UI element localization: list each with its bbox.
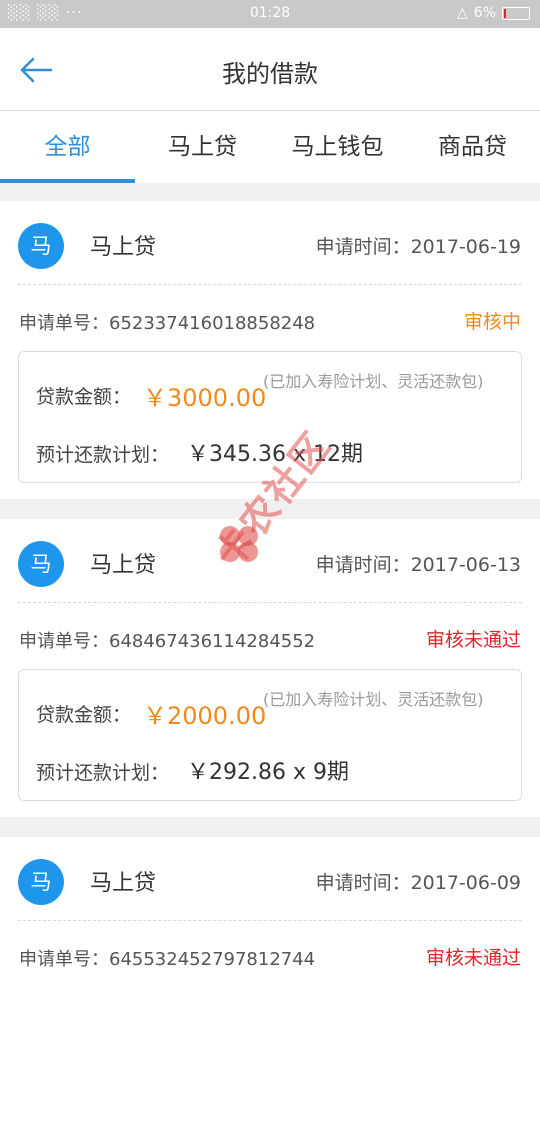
product-name: 马上贷 bbox=[90, 871, 157, 896]
divider bbox=[18, 920, 522, 921]
product-avatar: 马 bbox=[18, 541, 64, 587]
order-label: 申请单号： bbox=[19, 631, 109, 652]
battery-level bbox=[504, 8, 506, 18]
status-right: △ 6% bbox=[457, 5, 530, 21]
status-bar: ░░ ░░ ··· 01:28 △ 6% bbox=[0, 0, 540, 28]
tab-goods-loan[interactable]: 商品贷 bbox=[405, 111, 540, 183]
order-number: 申请单号：645532452797812744 bbox=[19, 945, 315, 971]
status-badge: 审核未通过 bbox=[425, 629, 521, 651]
plan-label: 预计还款计划： bbox=[36, 444, 170, 466]
apply-time: 申请时间：2017-06-13 bbox=[315, 554, 521, 576]
status-badge: 审核未通过 bbox=[425, 947, 521, 969]
order-number-value: 648467436114284552 bbox=[109, 631, 316, 652]
battery-percent: 6% bbox=[473, 5, 496, 21]
product-avatar: 马 bbox=[18, 223, 64, 269]
alarm-icon: △ bbox=[457, 5, 468, 21]
page-title: 我的借款 bbox=[222, 60, 318, 88]
amount-value: ￥2000.00 bbox=[143, 702, 267, 730]
loan-card[interactable]: 马 马上贷 申请时间：2017-06-13 申请单号：6484674361142… bbox=[0, 519, 540, 817]
product-name: 马上贷 bbox=[90, 553, 157, 578]
order-number: 申请单号：648467436114284552 bbox=[19, 627, 315, 653]
plan-label: 预计还款计划： bbox=[36, 762, 170, 784]
amount-note: (已加入寿险计划、灵活还款包) bbox=[263, 690, 484, 709]
tab-all[interactable]: 全部 bbox=[0, 111, 135, 183]
loan-detail-box: 贷款金额： ￥2000.00 (已加入寿险计划、灵活还款包) 预计还款计划： ￥… bbox=[18, 669, 522, 801]
tab-mashang-wallet[interactable]: 马上钱包 bbox=[270, 111, 405, 183]
battery-icon bbox=[502, 6, 530, 20]
amount-note: (已加入寿险计划、灵活还款包) bbox=[263, 372, 484, 391]
divider bbox=[18, 602, 522, 603]
active-tab-indicator bbox=[0, 179, 135, 183]
amount-label: 贷款金额： bbox=[36, 386, 132, 408]
order-label: 申请单号： bbox=[19, 313, 109, 334]
divider bbox=[18, 284, 522, 285]
loan-card[interactable]: 马 马上贷 申请时间：2017-06-09 申请单号：6455324527978… bbox=[0, 837, 540, 1135]
order-number-value: 652337416018858248 bbox=[109, 313, 316, 334]
product-avatar: 马 bbox=[18, 859, 64, 905]
order-number: 申请单号：652337416018858248 bbox=[19, 309, 315, 335]
status-badge: 审核中 bbox=[463, 311, 521, 333]
tab-bar: 全部 马上贷 马上钱包 商品贷 bbox=[0, 111, 540, 183]
amount-value: ￥3000.00 bbox=[143, 384, 267, 412]
product-name: 马上贷 bbox=[90, 235, 157, 260]
tab-mashangdai[interactable]: 马上贷 bbox=[135, 111, 270, 183]
apply-time: 申请时间：2017-06-19 bbox=[315, 236, 521, 258]
amount-label: 贷款金额： bbox=[36, 704, 132, 726]
apply-time: 申请时间：2017-06-09 bbox=[315, 872, 521, 894]
plan-value: ￥292.86 x 9期 bbox=[187, 760, 349, 785]
app-header: 我的借款 bbox=[0, 28, 540, 111]
